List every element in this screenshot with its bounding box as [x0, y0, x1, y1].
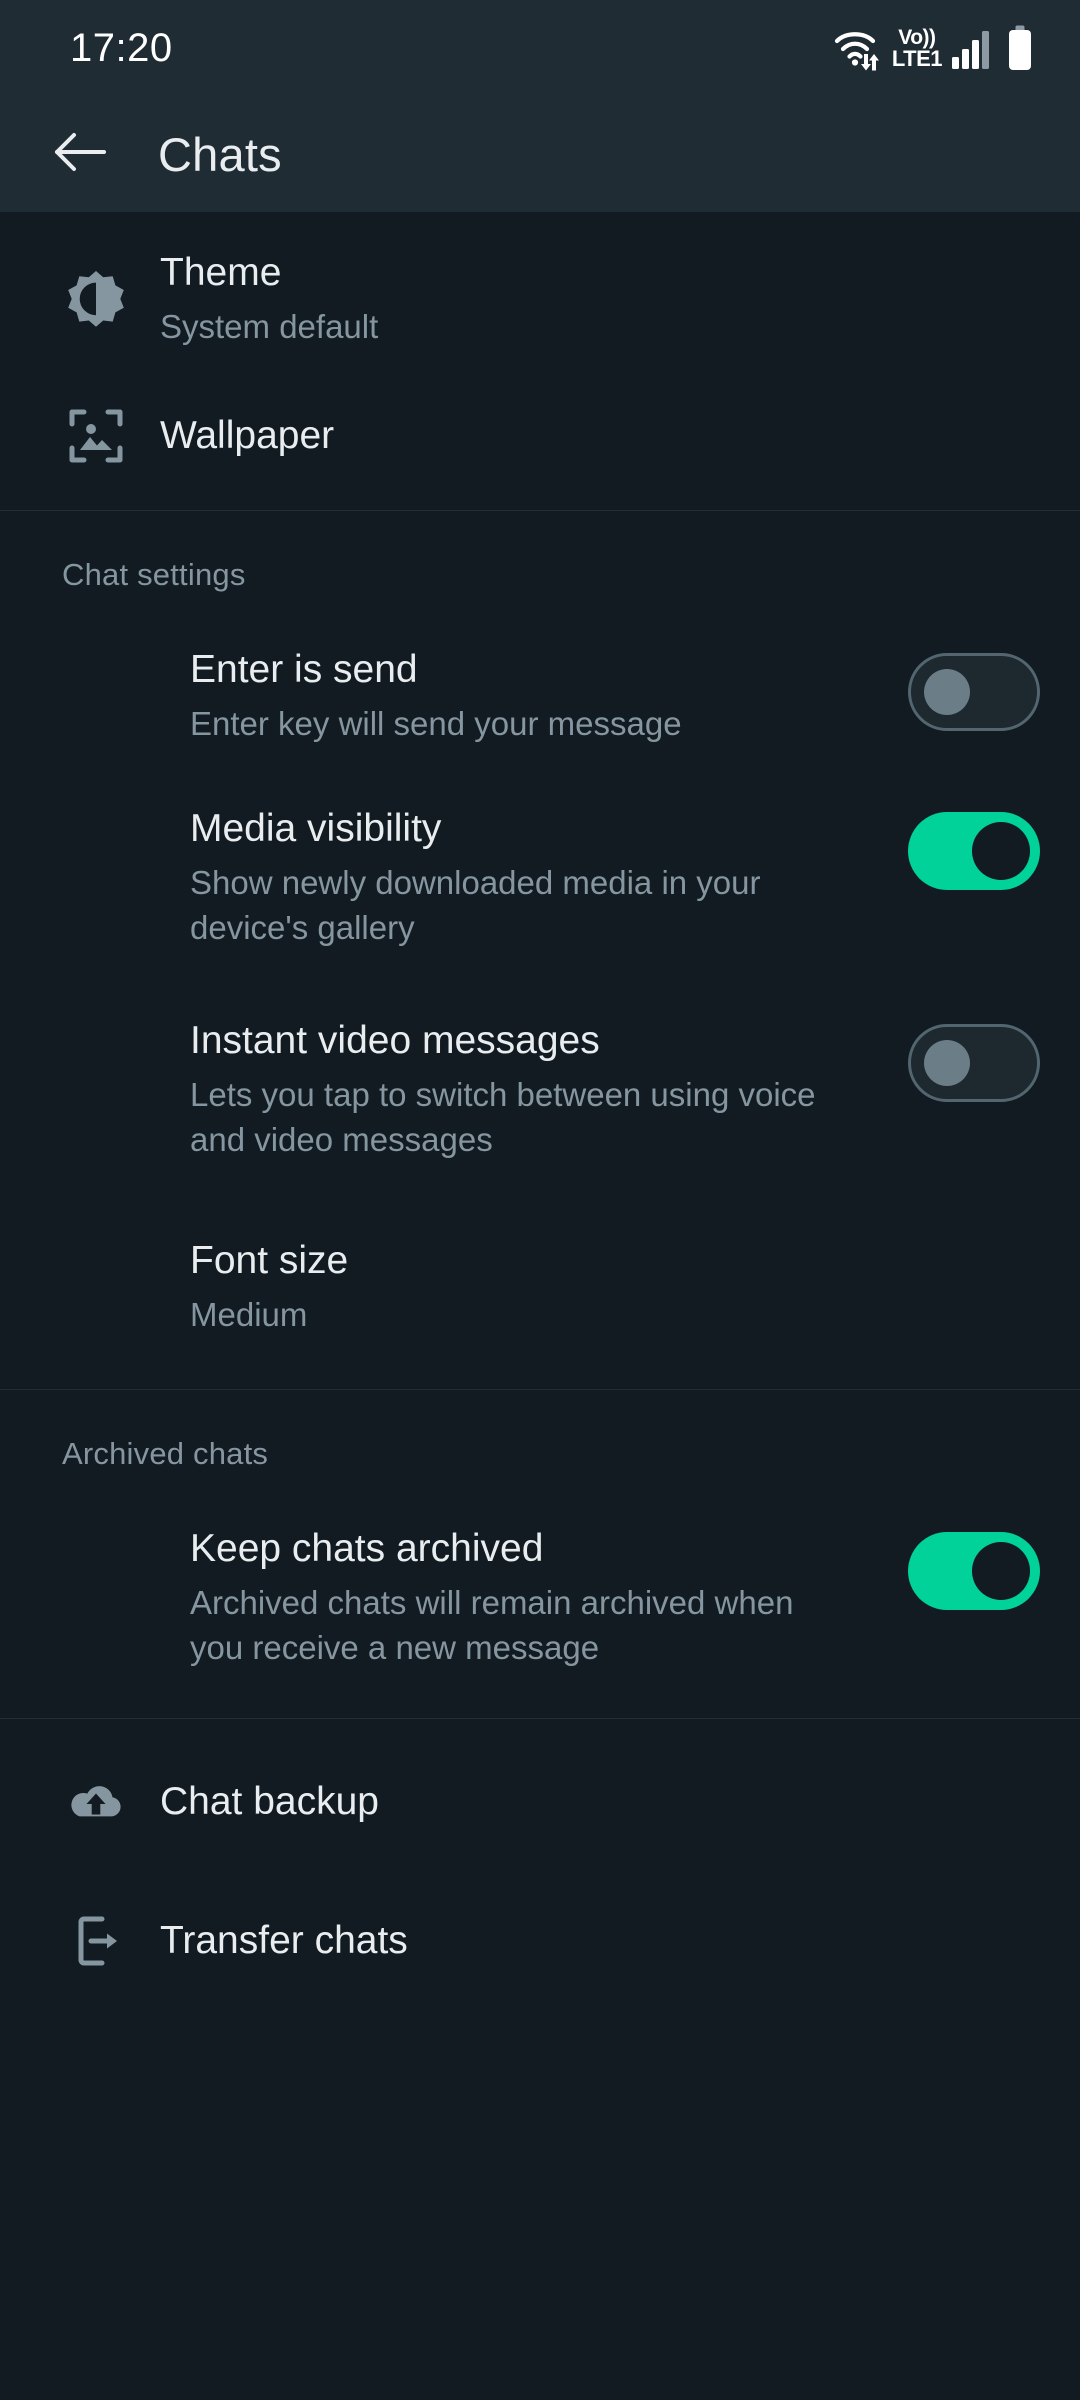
- enter-is-send-text: Enter is send Enter key will send your m…: [190, 645, 908, 746]
- media-visibility-title: Media visibility: [190, 807, 442, 850]
- settings-row-keep-chats-archived[interactable]: Keep chats archived Archived chats will …: [0, 1502, 1080, 1718]
- status-bar: 17:20 Vo)) LTE1: [0, 0, 1080, 96]
- instant-video-messages-toggle[interactable]: [908, 1024, 1040, 1102]
- settings-row-instant-video-messages[interactable]: Instant video messages Lets you tap to s…: [0, 972, 1080, 1184]
- keep-chats-archived-toggle[interactable]: [908, 1532, 1040, 1610]
- keep-chats-archived-text: Keep chats archived Archived chats will …: [190, 1524, 908, 1670]
- font-size-value: Medium: [190, 1296, 308, 1333]
- transfer-chats-title: Transfer chats: [160, 1919, 408, 1962]
- keep-chats-archived-subtitle: Archived chats will remain archived when…: [190, 1584, 794, 1666]
- archived-chats-section: Archived chats Keep chats archived Archi…: [0, 1390, 1080, 1718]
- settings-row-theme[interactable]: Theme System default: [0, 212, 1080, 362]
- archived-chats-label: Archived chats: [62, 1436, 269, 1471]
- whatsapp-chats-settings-screen: 17:20 Vo)) LTE1 Chats Theme System defau…: [0, 0, 1080, 2400]
- toggle-thumb: [972, 822, 1030, 880]
- enter-is-send-title: Enter is send: [190, 648, 418, 691]
- wallpaper-title: Wallpaper: [160, 414, 335, 457]
- volte-icon: Vo)) LTE1: [891, 25, 943, 71]
- toggle-thumb: [924, 1040, 970, 1086]
- toggle-thumb: [924, 669, 970, 715]
- chat-backup-text: Chat backup: [160, 1777, 379, 1827]
- app-bar: Chats: [0, 96, 1080, 212]
- volte-bottom-label: LTE1: [891, 45, 943, 71]
- settings-row-font-size[interactable]: Font size Medium: [0, 1184, 1080, 1389]
- backup-section: Chat backup Transfer chats: [0, 1719, 1080, 2015]
- wifi-data-icon: [833, 25, 887, 71]
- wallpaper-text: Wallpaper: [160, 411, 334, 461]
- battery-icon: [1006, 25, 1034, 71]
- settings-row-chat-backup[interactable]: Chat backup: [0, 1719, 1080, 1867]
- chat-settings-label: Chat settings: [62, 557, 246, 592]
- cloud-upload-icon: [32, 1773, 160, 1831]
- chat-backup-title: Chat backup: [160, 1780, 379, 1823]
- settings-row-media-visibility[interactable]: Media visibility Show newly downloaded m…: [0, 768, 1080, 972]
- settings-row-enter-is-send[interactable]: Enter is send Enter key will send your m…: [0, 623, 1080, 768]
- wallpaper-icon: [32, 407, 160, 465]
- settings-row-wallpaper[interactable]: Wallpaper: [0, 362, 1080, 510]
- back-arrow-icon: [52, 129, 108, 180]
- media-visibility-text: Media visibility Show newly downloaded m…: [190, 804, 908, 950]
- settings-list: Theme System default Wallpaper Chat sett…: [0, 212, 1080, 2400]
- theme-title: Theme: [160, 250, 282, 294]
- back-button[interactable]: [44, 118, 116, 190]
- instant-video-messages-text: Instant video messages Lets you tap to s…: [190, 1016, 908, 1162]
- media-visibility-subtitle: Show newly downloaded media in your devi…: [190, 864, 761, 946]
- page-title: Chats: [158, 127, 282, 181]
- settings-row-transfer-chats[interactable]: Transfer chats: [0, 1867, 1080, 2015]
- media-visibility-toggle[interactable]: [908, 812, 1040, 890]
- transfer-chats-text: Transfer chats: [160, 1916, 408, 1966]
- status-icon-tray: Vo)) LTE1: [833, 25, 1034, 71]
- theme-text: Theme System default: [160, 248, 378, 349]
- keep-chats-archived-title: Keep chats archived: [190, 1527, 544, 1570]
- phone-transfer-icon: [32, 1912, 160, 1970]
- chat-settings-section: Chat settings Enter is send Enter key wi…: [0, 511, 1080, 1389]
- font-size-title: Font size: [190, 1239, 349, 1282]
- enter-is-send-toggle[interactable]: [908, 653, 1040, 731]
- enter-is-send-subtitle: Enter key will send your message: [190, 705, 682, 742]
- theme-value: System default: [160, 307, 379, 345]
- display-section: Theme System default Wallpaper: [0, 212, 1080, 510]
- brightness-icon: [32, 269, 160, 327]
- instant-video-messages-title: Instant video messages: [190, 1019, 600, 1062]
- toggle-thumb: [972, 1542, 1030, 1600]
- status-clock: 17:20: [70, 25, 173, 70]
- instant-video-messages-subtitle: Lets you tap to switch between using voi…: [190, 1076, 816, 1158]
- volte-top-label: Vo)): [898, 25, 936, 49]
- signal-icon: [951, 26, 997, 70]
